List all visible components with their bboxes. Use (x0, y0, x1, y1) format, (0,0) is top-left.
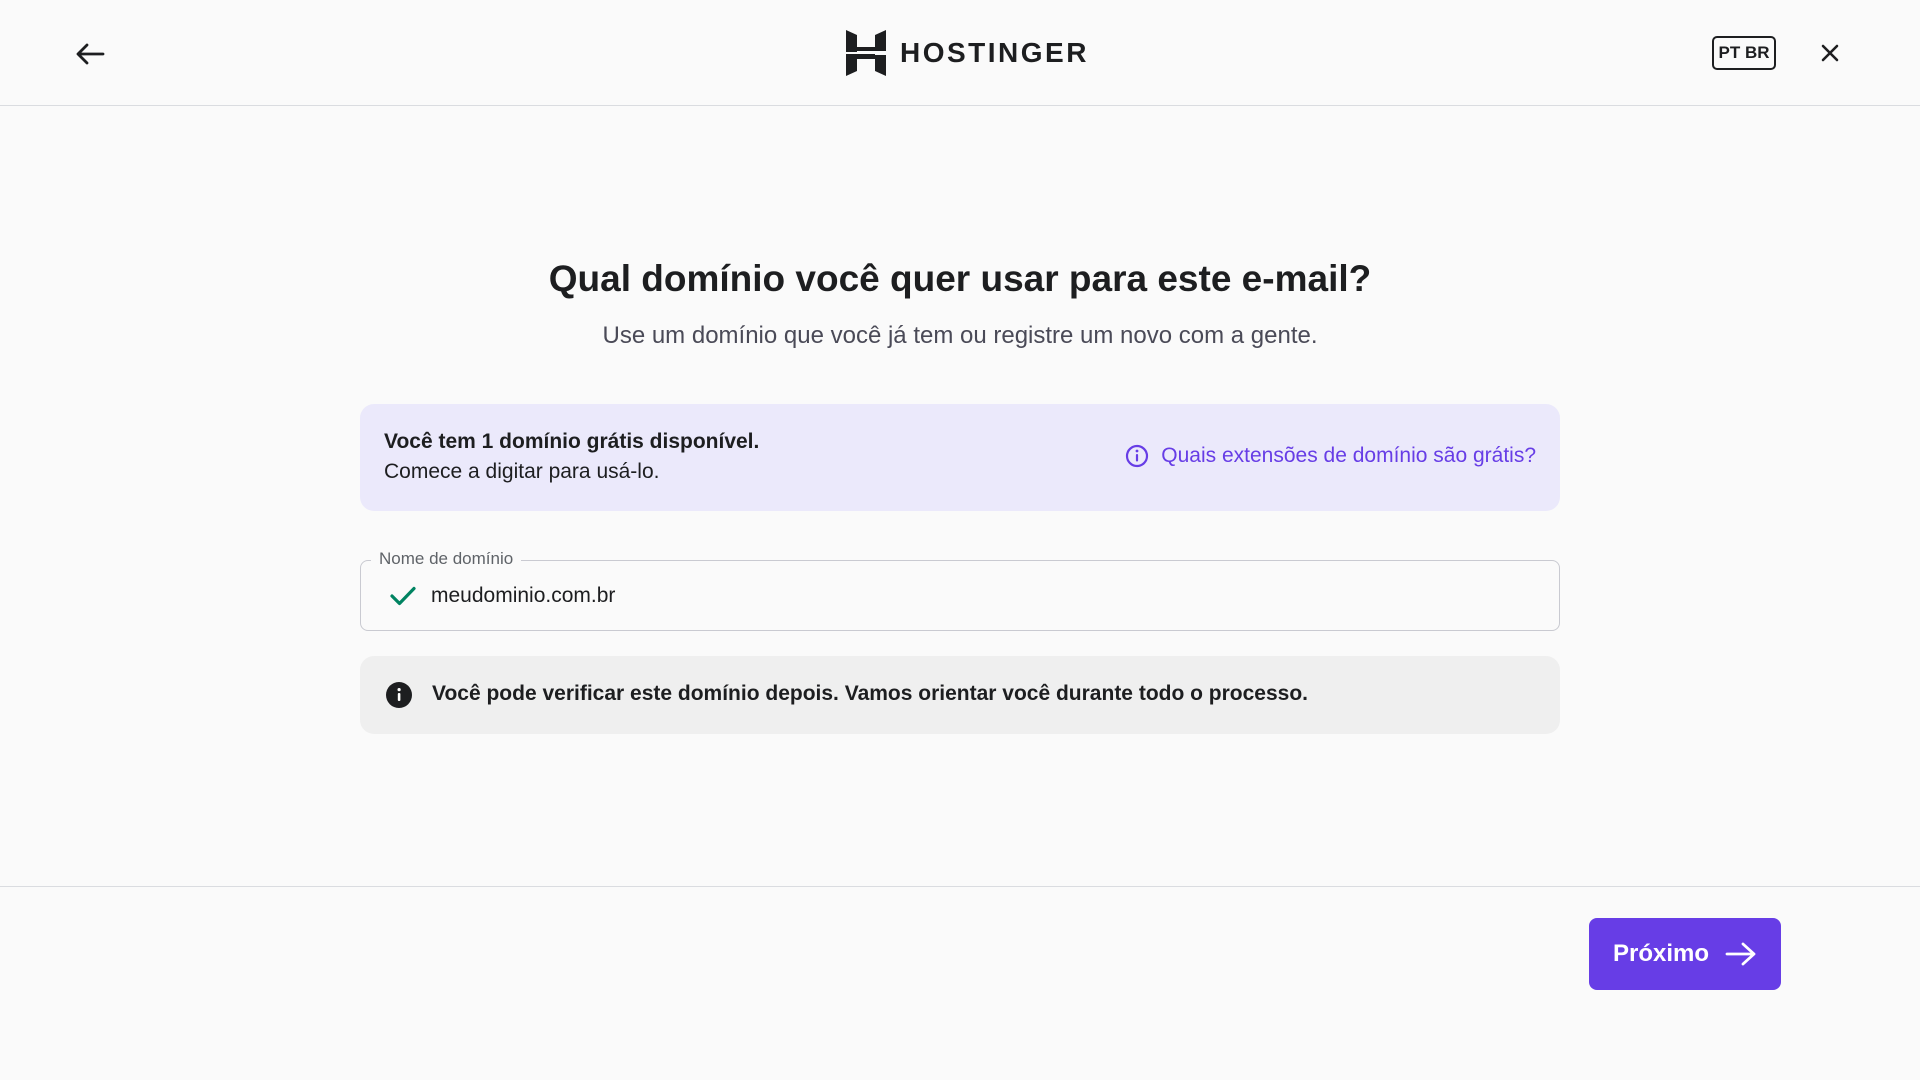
page-title: Qual domínio você quer usar para este e-… (548, 258, 1372, 299)
info-outline-icon (1126, 444, 1149, 468)
back-button[interactable] (72, 36, 108, 72)
arrow-left-icon (76, 43, 105, 65)
info-filled-icon (386, 682, 412, 708)
check-icon (390, 586, 416, 606)
page-subtitle: Use um domínio que você já tem ou regist… (602, 322, 1318, 349)
arrow-right-icon (1725, 942, 1756, 966)
free-domain-title: Você tem 1 domínio grátis disponível. (384, 430, 760, 453)
close-button[interactable] (1812, 36, 1848, 70)
free-extensions-link-text[interactable]: Quais extensões de domínio são grátis? (1161, 444, 1536, 468)
free-domain-banner: Você tem 1 domínio grátis disponível. Co… (360, 404, 1560, 511)
domain-name-field[interactable]: Nome de domínio (360, 549, 1560, 631)
language-selector[interactable]: PT BR (1712, 36, 1776, 70)
free-domain-hint: Comece a digitar para usá-lo. (384, 460, 660, 483)
close-icon (1821, 44, 1839, 62)
free-extensions-link[interactable]: Quais extensões de domínio são grátis? (1125, 444, 1536, 468)
brand-name: HOSTINGER (900, 37, 1089, 68)
hostinger-logo-icon (846, 30, 886, 76)
next-button-label: Próximo (1612, 940, 1710, 967)
domain-name-input[interactable] (431, 584, 1531, 608)
domain-name-label: Nome de domínio (371, 549, 522, 569)
verification-notice-text: Você pode verificar este domínio depois.… (432, 682, 1309, 705)
next-button[interactable]: Próximo (1589, 918, 1781, 990)
footer-divider (0, 886, 1920, 887)
hostinger-logo[interactable]: HOSTINGER (846, 29, 1089, 77)
top-bar: HOSTINGER PT BR (0, 0, 1920, 106)
verification-notice: Você pode verificar este domínio depois.… (360, 656, 1560, 734)
